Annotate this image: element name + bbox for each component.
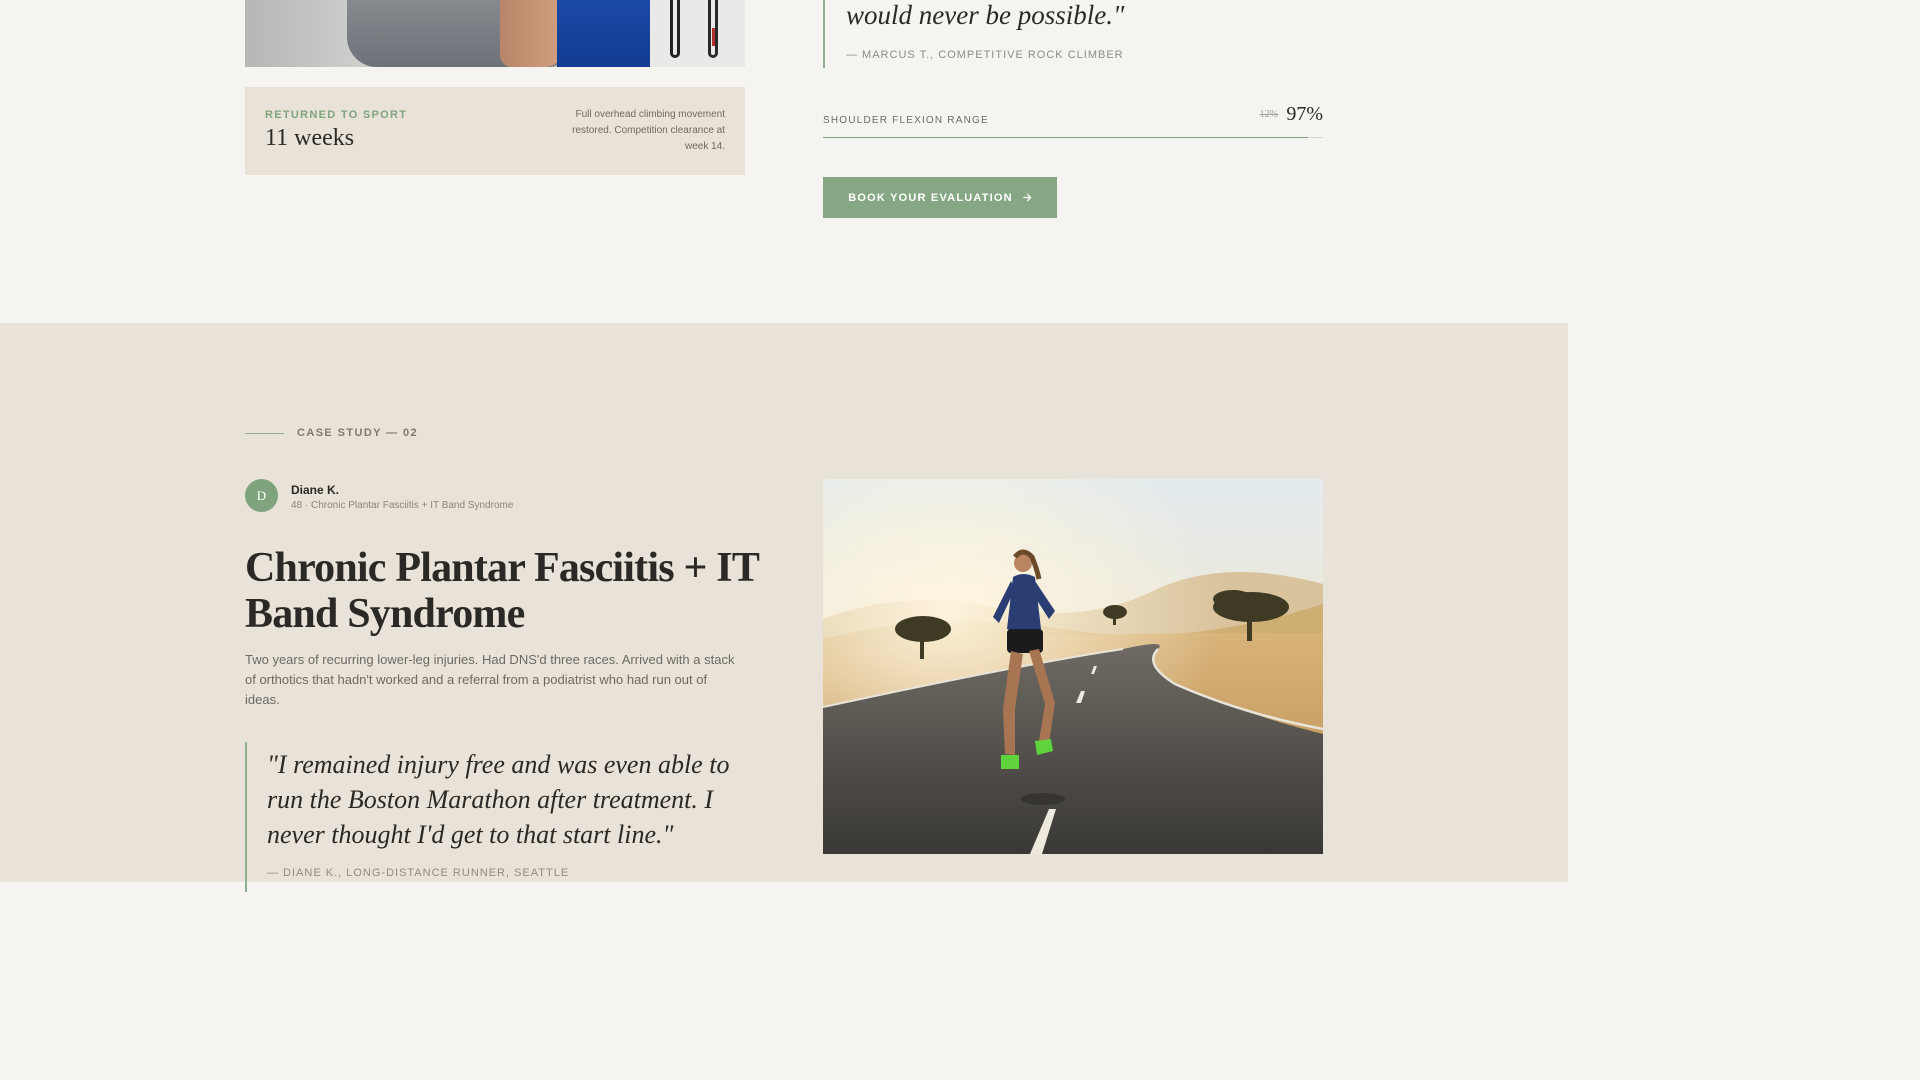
book-evaluation-label: BOOK YOUR EVALUATION	[848, 191, 1013, 204]
result-card: RETURNED TO SPORT 11 weeks Full overhead…	[245, 87, 745, 175]
book-evaluation-button[interactable]: BOOK YOUR EVALUATION	[823, 177, 1057, 218]
metric-label: SHOULDER FLEXION RANGE	[823, 115, 989, 126]
patient-meta: 48 · Chronic Plantar Fasciitis + IT Band…	[291, 500, 514, 511]
runner-photo	[823, 479, 1323, 854]
case-study-eyebrow: CASE STUDY — 02	[245, 427, 418, 439]
patient-name: Diane K.	[291, 483, 340, 497]
case-study-section: CASE STUDY — 02 D Diane K. 48 · Chronic …	[0, 323, 1568, 892]
previous-case-study-section: RETURNED TO SPORT 11 weeks Full overhead…	[0, 0, 1568, 323]
eyebrow-label: CASE STUDY — 02	[297, 427, 419, 439]
shoulder-flexion-metric: SHOULDER FLEXION RANGE 12% 97%	[823, 100, 1323, 140]
testimonial-quote: would never be possible." — MARCUS T., C…	[823, 0, 1323, 68]
testimonial-quote: "I remained injury free and was even abl…	[245, 742, 765, 892]
case-title: Chronic Plantar Fasciitis + IT Band Synd…	[245, 545, 759, 637]
metric-progress-fill	[823, 137, 1308, 138]
climber-therapy-photo	[245, 0, 745, 67]
quote-text: would never be possible."	[846, 0, 1125, 30]
result-label: RETURNED TO SPORT	[265, 109, 408, 121]
quote-text: "I remained injury free and was even abl…	[267, 750, 730, 849]
arrow-right-icon	[1023, 191, 1032, 205]
eyebrow-divider	[245, 432, 284, 434]
case-description: Two years of recurring lower-leg injurie…	[245, 652, 735, 707]
avatar: D	[245, 479, 278, 512]
result-note: Full overhead climbing movement restored…	[572, 109, 725, 152]
quote-author: — DIANE K., LONG-DISTANCE RUNNER, SEATTL…	[267, 867, 570, 879]
metric-after-value: 97%	[1286, 103, 1323, 125]
metric-before-value: 12%	[1259, 109, 1278, 120]
result-value: 11 weeks	[265, 125, 355, 151]
quote-author: — MARCUS T., COMPETITIVE ROCK CLIMBER	[846, 49, 1124, 61]
metric-progress-track	[823, 137, 1323, 138]
